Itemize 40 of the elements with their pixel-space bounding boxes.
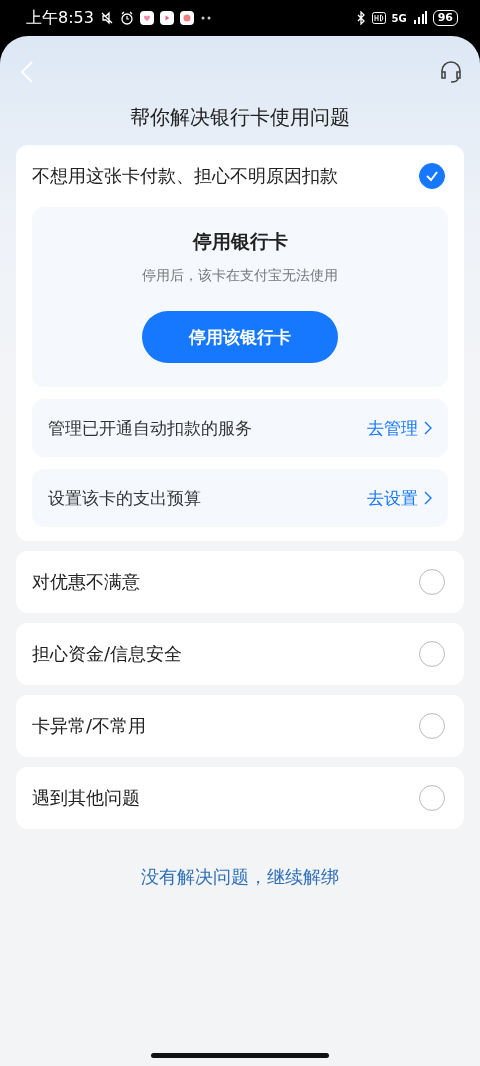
panel-subtitle: 停用后，该卡在支付宝无法使用 [142, 267, 338, 285]
checkmark-icon [425, 170, 439, 182]
action-link[interactable]: 去设置 [367, 486, 432, 510]
option-card[interactable]: 卡异常/不常用 [16, 695, 464, 757]
option-card[interactable]: 遇到其他问题 [16, 767, 464, 829]
alarm-icon [119, 11, 134, 25]
hd-icon [371, 12, 386, 24]
status-time: 上午8:53 [26, 7, 94, 29]
option-label: 卡异常/不常用 [32, 714, 147, 738]
option-card[interactable]: 不想用这张卡付款、担心不明原因扣款 停用银行卡 停用后，该卡在支付宝无法使用 停用该银行卡 管理已开通自动扣款的服务 去管理 设置该卡的支出预算 去设置 [16, 145, 464, 541]
network-label: 5G [391, 12, 407, 24]
action-row[interactable]: 管理已开通自动扣款的服务 去管理 [32, 399, 448, 457]
signal-icon [412, 11, 427, 25]
option-card[interactable]: 担心资金/信息安全 [16, 623, 464, 685]
option-label: 对优惠不满意 [32, 570, 140, 594]
page-title: 帮你解决银行卡使用问题 [129, 104, 351, 131]
mute-icon [99, 11, 114, 25]
option-label: 不想用这张卡付款、担心不明原因扣款 [32, 164, 338, 188]
option-label: 遇到其他问题 [32, 786, 140, 810]
app-notification-icon [159, 11, 174, 25]
chevron-right-icon [424, 491, 432, 505]
radio-button[interactable] [419, 163, 445, 189]
back-icon[interactable] [20, 60, 34, 84]
action-label: 设置该卡的支出预算 [48, 486, 201, 510]
action-link[interactable]: 去管理 [367, 416, 432, 440]
app-notification-icon [179, 11, 194, 25]
unbind-link[interactable]: 没有解决问题，继续解绑 [141, 866, 339, 887]
battery-level: 96 [432, 10, 458, 26]
headset-icon[interactable] [438, 59, 464, 85]
action-label: 管理已开通自动扣款的服务 [48, 416, 252, 440]
option-label: 担心资金/信息安全 [32, 642, 183, 666]
bluetooth-icon [355, 11, 366, 25]
chevron-right-icon [424, 421, 432, 435]
home-indicator[interactable] [151, 1053, 329, 1058]
more-icon [199, 16, 212, 20]
option-card[interactable]: 对优惠不满意 [16, 551, 464, 613]
app-notification-icon [139, 11, 154, 25]
disable-card-button[interactable]: 停用该银行卡 [142, 311, 338, 363]
action-row[interactable]: 设置该卡的支出预算 去设置 [32, 469, 448, 527]
panel-heading: 停用银行卡 [192, 229, 288, 254]
